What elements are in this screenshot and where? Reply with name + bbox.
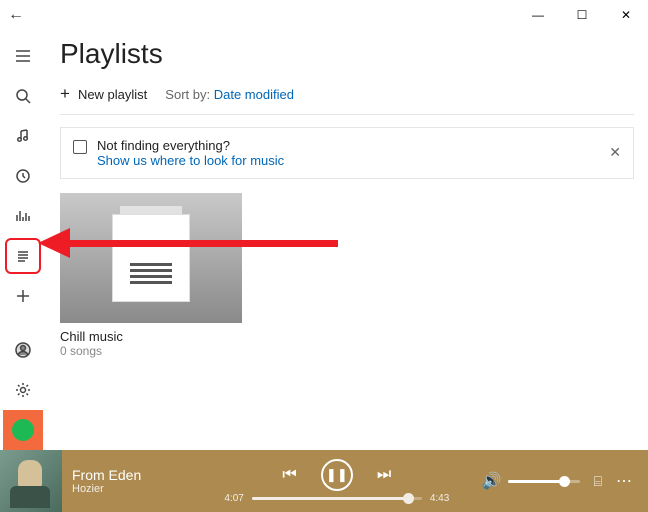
- new-playlist-button[interactable]: + New playlist: [60, 84, 147, 104]
- playlists-nav[interactable]: [3, 237, 43, 275]
- add-icon[interactable]: [3, 277, 43, 315]
- playlist-thumb: [60, 193, 242, 323]
- back-button[interactable]: ←: [8, 6, 24, 24]
- spotify-button[interactable]: [3, 410, 43, 450]
- more-button[interactable]: ⋯: [616, 471, 634, 491]
- sort-label: Sort by:: [165, 87, 210, 102]
- account-icon[interactable]: [3, 331, 43, 369]
- speaker-icon: 🔊: [482, 471, 502, 491]
- seek-bar[interactable]: 4:07 4:43: [224, 493, 449, 504]
- playlist-tile[interactable]: Chill music 0 songs: [60, 193, 242, 358]
- previous-button[interactable]: ⏮: [282, 466, 296, 484]
- plus-icon: +: [60, 84, 70, 104]
- spotify-icon: [12, 419, 34, 441]
- minimize-button[interactable]: —: [516, 0, 560, 30]
- player-right: 🔊 ⌸ ⋯: [482, 471, 634, 491]
- new-playlist-label: New playlist: [78, 87, 147, 102]
- playlist-grid: Chill music 0 songs: [60, 193, 634, 358]
- close-button[interactable]: ✕: [604, 0, 648, 30]
- artist-name: Hozier: [72, 483, 192, 495]
- sort-by[interactable]: Sort by: Date modified: [165, 87, 294, 102]
- sort-value: Date modified: [214, 87, 294, 102]
- elapsed-time: 4:07: [224, 493, 243, 504]
- search-icon[interactable]: [3, 77, 43, 115]
- track-meta[interactable]: From Eden Hozier: [72, 467, 192, 495]
- title-bar: ← — ☐ ✕: [0, 0, 648, 30]
- pause-button[interactable]: ❚❚: [321, 459, 353, 491]
- music-icon[interactable]: [3, 117, 43, 155]
- notice-title: Not finding everything?: [97, 138, 621, 153]
- duration-time: 4:43: [430, 493, 449, 504]
- now-playing-icon[interactable]: [3, 197, 43, 235]
- album-art[interactable]: [0, 450, 62, 512]
- notice-link[interactable]: Show us where to look for music: [97, 153, 621, 168]
- main-content: Playlists + New playlist Sort by: Date m…: [46, 30, 648, 450]
- player-controls: ⏮ ❚❚ ⏭ 4:07 4:43: [192, 459, 482, 504]
- device-icon: [73, 140, 87, 154]
- page-title: Playlists: [60, 38, 634, 70]
- player-bar: From Eden Hozier ⏮ ❚❚ ⏭ 4:07 4:43 🔊 ⌸ ⋯: [0, 450, 648, 512]
- sidebar: [0, 30, 46, 450]
- song-title: From Eden: [72, 467, 192, 483]
- maximize-button[interactable]: ☐: [560, 0, 604, 30]
- playlist-name: Chill music: [60, 329, 242, 344]
- notice-close-button[interactable]: ✕: [609, 144, 621, 161]
- playlist-count: 0 songs: [60, 344, 242, 358]
- volume-control[interactable]: 🔊: [482, 471, 580, 491]
- settings-icon[interactable]: [3, 371, 43, 409]
- playlist-placeholder-icon: [112, 214, 190, 302]
- notice-banner: Not finding everything? Show us where to…: [60, 127, 634, 179]
- cast-icon[interactable]: ⌸: [594, 473, 602, 490]
- recent-icon[interactable]: [3, 157, 43, 195]
- next-button[interactable]: ⏭: [377, 466, 391, 484]
- hamburger-icon[interactable]: [3, 37, 43, 75]
- toolbar: + New playlist Sort by: Date modified: [60, 84, 634, 115]
